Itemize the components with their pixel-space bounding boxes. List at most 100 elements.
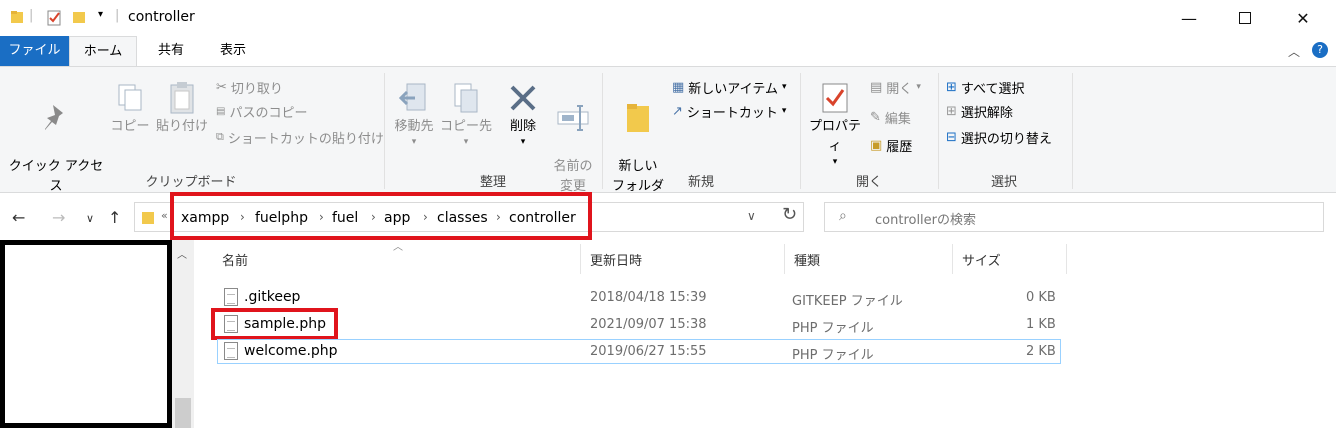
- edit-icon: ✎: [870, 109, 881, 125]
- invert-selection-button[interactable]: ⊟ 選択の切り替え: [946, 125, 1052, 149]
- file-name-cell: .gitkeep: [224, 288, 300, 306]
- file-modified: 2018/04/18 15:39: [590, 290, 707, 305]
- breadcrumb-fuelphp[interactable]: fuelphp: [255, 210, 308, 226]
- history-label: 履歴: [886, 139, 913, 155]
- paste-label: 貼り付け: [155, 119, 208, 134]
- help-icon[interactable]: ?: [1312, 42, 1328, 58]
- folder-icon: [141, 209, 155, 229]
- breadcrumb-fuel[interactable]: fuel: [332, 210, 358, 226]
- properties-icon[interactable]: [46, 10, 62, 30]
- maximize-button[interactable]: [1222, 0, 1268, 36]
- column-divider[interactable]: [1066, 244, 1067, 274]
- folder-icon: [10, 10, 24, 28]
- chevron-right-icon[interactable]: ›: [423, 210, 428, 224]
- file-size: 0 KB: [1026, 290, 1056, 305]
- column-divider[interactable]: [580, 244, 581, 274]
- cut-label: 切り取り: [230, 81, 283, 97]
- column-divider[interactable]: [952, 244, 953, 274]
- copy-label: コピー: [110, 119, 150, 134]
- breadcrumb-xampp[interactable]: xampp: [181, 210, 229, 226]
- ribbon-tabs: ファイル ホーム 共有 表示 ︿ ?: [0, 36, 1336, 67]
- shortcut-label: ショートカット: [686, 105, 778, 121]
- select-all-label: すべて選択: [960, 81, 1025, 97]
- open-icon: ▤: [870, 79, 883, 95]
- column-header-type[interactable]: 種類: [794, 250, 820, 269]
- forward-arrow-icon[interactable]: →: [52, 208, 65, 227]
- delete-button[interactable]: 削除 ▾: [500, 79, 546, 147]
- new-item-label: 新しいアイテム: [688, 81, 778, 97]
- tab-home[interactable]: ホーム: [69, 36, 137, 67]
- customize-quick-access-icon[interactable]: ▾: [98, 9, 103, 20]
- select-all-button[interactable]: ⊞ すべて選択: [946, 75, 1024, 99]
- refresh-icon[interactable]: ↻: [782, 204, 797, 225]
- close-button[interactable]: ✕: [1280, 0, 1326, 36]
- breadcrumb-highlight: xampp › fuelphp › fuel › app › classes ›…: [170, 192, 592, 240]
- search-placeholder: controllerの検索: [875, 213, 977, 228]
- new-folder-icon[interactable]: [72, 10, 86, 28]
- dropdown-arrow-icon: ▾: [832, 157, 838, 167]
- breadcrumb-controller[interactable]: controller: [509, 210, 576, 226]
- properties-button[interactable]: プロパティ ▾: [804, 79, 866, 167]
- move-to-icon: [390, 79, 438, 117]
- tab-share[interactable]: 共有: [146, 36, 196, 66]
- dropdown-arrow-icon: ▾: [916, 82, 921, 92]
- paste-button[interactable]: 貼り付け: [154, 79, 210, 137]
- recent-locations-icon[interactable]: ∨: [86, 212, 94, 225]
- scroll-thumb[interactable]: [175, 398, 191, 428]
- column-header-size[interactable]: サイズ: [962, 250, 1001, 269]
- overflow-chevron-icon[interactable]: «: [161, 209, 168, 222]
- column-header-modified[interactable]: 更新日時: [590, 250, 642, 269]
- up-arrow-icon[interactable]: ↑: [108, 208, 121, 227]
- group-divider: [384, 73, 385, 189]
- sort-ascending-icon: ︿: [393, 242, 403, 253]
- file-type: GITKEEP ファイル: [792, 294, 903, 309]
- easy-access-button[interactable]: ↗ ショートカット ▾: [672, 99, 786, 123]
- chevron-right-icon[interactable]: ›: [240, 210, 245, 224]
- title-bar: | ▾ | controller — ✕: [0, 0, 1336, 36]
- clipboard-group-label: クリップボード: [145, 175, 237, 190]
- copy-path-button[interactable]: ▤ パスのコピー: [216, 99, 307, 123]
- cut-button[interactable]: ✂ 切り取り: [216, 75, 283, 99]
- move-to-button[interactable]: 移動先 ▾: [390, 79, 438, 147]
- ribbon: クイック アクセス にピン留めする コピー 貼り付け ✂切り取り ▤パスのコピー…: [0, 66, 1336, 214]
- group-divider: [938, 73, 939, 189]
- chevron-right-icon[interactable]: ›: [371, 210, 376, 224]
- tab-file[interactable]: ファイル: [0, 36, 69, 66]
- shortcut-icon: ↗: [672, 103, 683, 119]
- minimize-button[interactable]: —: [1166, 0, 1212, 36]
- select-none-label: 選択解除: [960, 105, 1013, 121]
- navigation-scrollbar[interactable]: ︿: [172, 240, 194, 428]
- copy-button[interactable]: コピー: [108, 79, 152, 137]
- column-header-name[interactable]: 名前: [222, 250, 248, 269]
- chevron-right-icon[interactable]: ›: [496, 210, 501, 224]
- column-divider[interactable]: [784, 244, 785, 274]
- open-group-label: 開く: [855, 175, 882, 190]
- select-none-button[interactable]: ⊞ 選択解除: [946, 99, 1013, 123]
- navigation-pane[interactable]: [0, 240, 172, 428]
- properties-check-icon: [804, 79, 866, 117]
- scroll-up-icon[interactable]: ︿: [177, 246, 187, 261]
- breadcrumb-app[interactable]: app: [384, 210, 410, 226]
- chevron-right-icon[interactable]: ›: [319, 210, 324, 224]
- delete-x-icon: [500, 79, 546, 117]
- breadcrumb-classes[interactable]: classes: [437, 210, 488, 226]
- dropdown-arrow-icon: ▾: [782, 82, 787, 92]
- collapse-ribbon-icon[interactable]: ︿: [1288, 43, 1300, 60]
- select-all-icon: ⊞: [946, 79, 957, 95]
- group-divider: [1072, 73, 1073, 189]
- address-dropdown-icon[interactable]: ∨: [747, 209, 756, 223]
- tab-view[interactable]: 表示: [208, 36, 258, 66]
- open-button[interactable]: ▤ 開く ▾: [870, 75, 921, 99]
- paste-shortcut-button[interactable]: ⧉ ショートカットの貼り付け: [216, 125, 384, 149]
- title-separator: |: [115, 8, 120, 23]
- copy-to-button[interactable]: コピー先 ▾: [440, 79, 492, 147]
- pin-icon: [4, 99, 108, 137]
- scissors-icon: ✂: [216, 79, 227, 95]
- new-item-button[interactable]: ▦ 新しいアイテム ▾: [672, 75, 787, 99]
- back-arrow-icon[interactable]: ←: [12, 208, 25, 227]
- new-group-label: 新規: [687, 175, 714, 190]
- history-button[interactable]: ▣ 履歴: [870, 133, 912, 157]
- dropdown-arrow-icon: ▾: [463, 137, 469, 147]
- search-box[interactable]: ⌕ controllerの検索: [824, 202, 1324, 232]
- edit-button[interactable]: ✎ 編集: [870, 105, 911, 129]
